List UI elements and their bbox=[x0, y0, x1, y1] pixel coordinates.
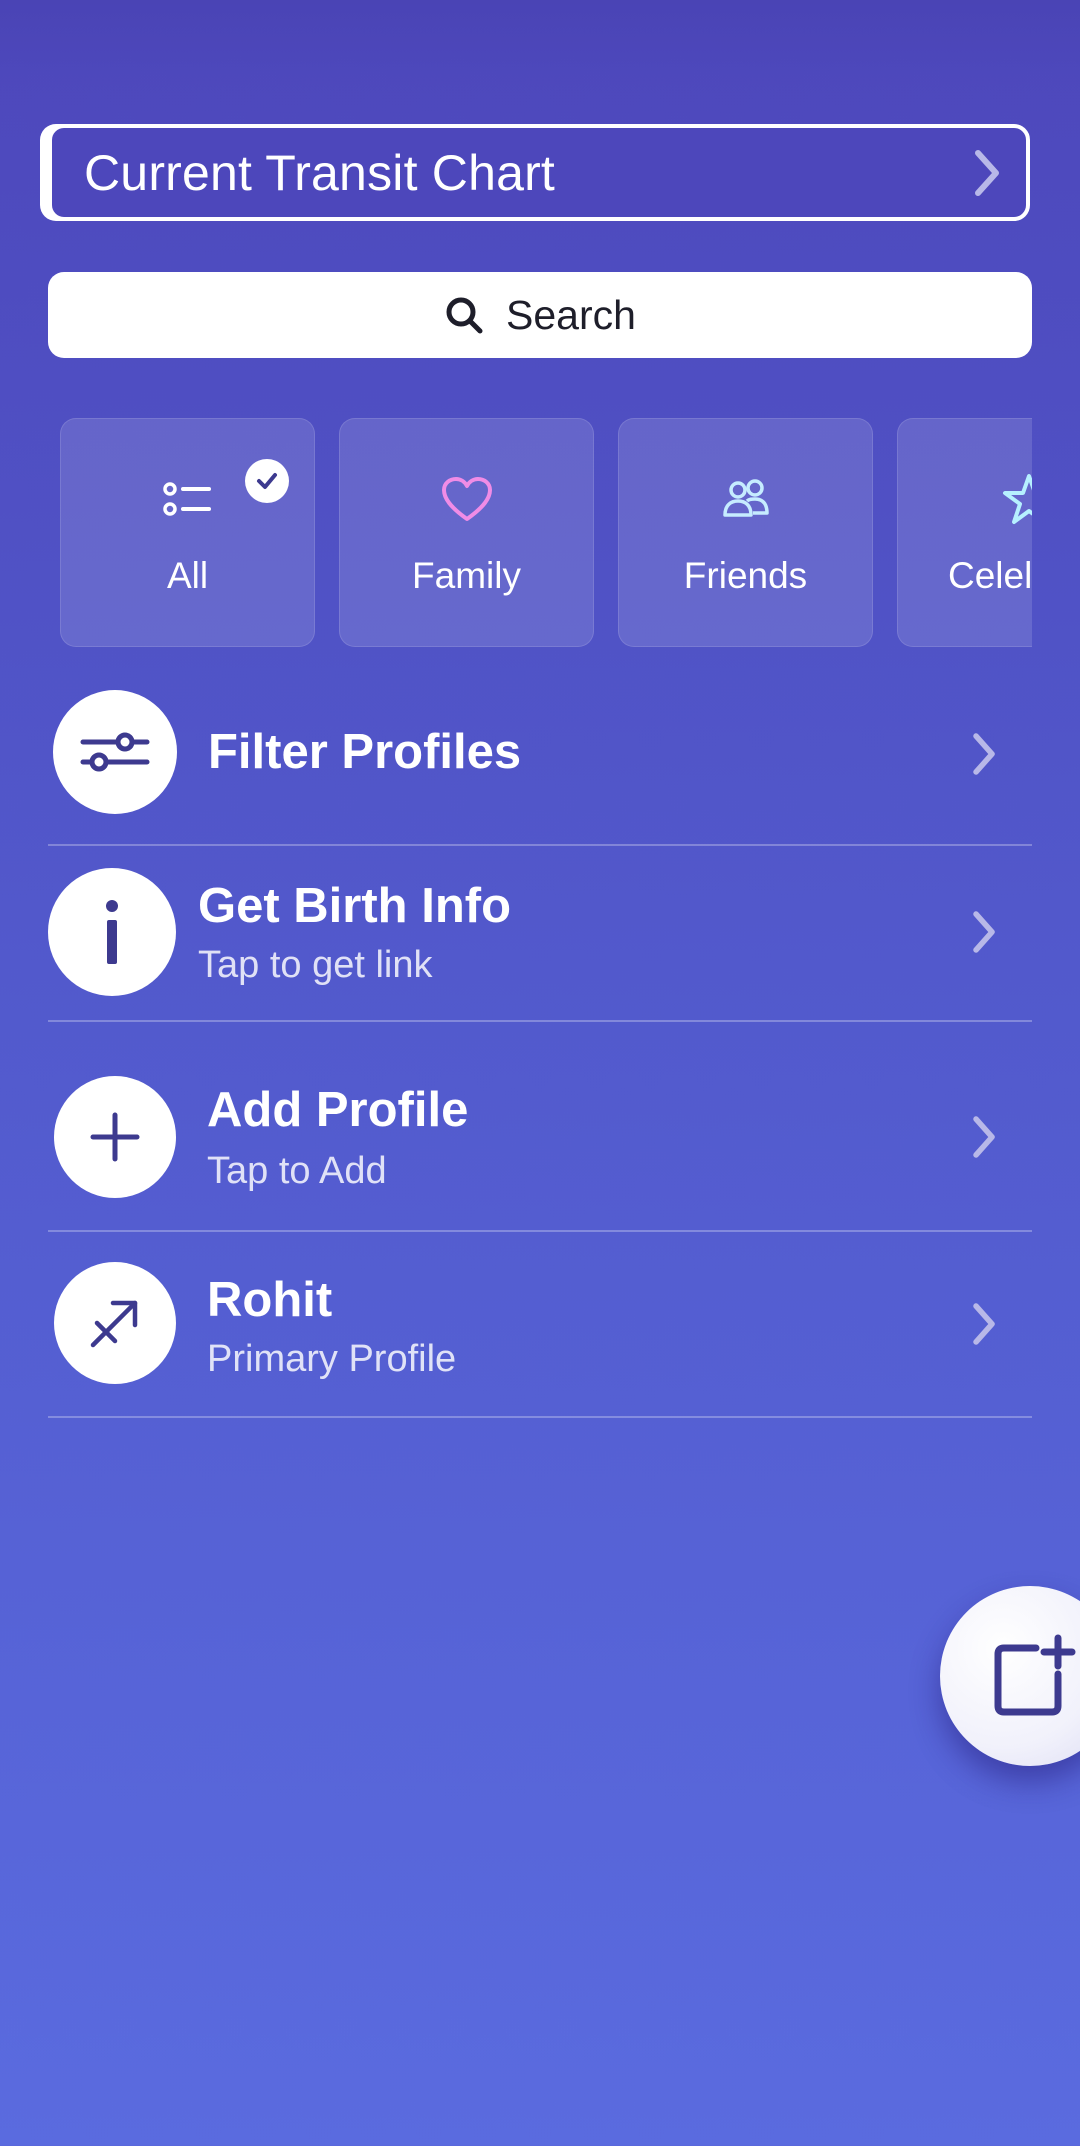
filter-profiles-row[interactable]: Filter Profiles bbox=[48, 682, 1032, 846]
status-bar-area bbox=[0, 0, 1080, 78]
row-subtitle: Tap to Add bbox=[207, 1150, 387, 1192]
category-family[interactable]: Family bbox=[339, 418, 594, 647]
row-title: Filter Profiles bbox=[208, 725, 522, 779]
category-carousel[interactable]: All Family Friends Celel bbox=[60, 418, 1032, 648]
category-celebrities[interactable]: Celel bbox=[897, 418, 1032, 647]
chevron-right-icon bbox=[973, 733, 995, 775]
get-birth-info-row[interactable]: Get Birth Info Tap to get link bbox=[48, 846, 1032, 1022]
chevron-right-icon bbox=[973, 1303, 995, 1345]
sliders-icon bbox=[53, 690, 177, 814]
profile-row-rohit[interactable]: Rohit Primary Profile bbox=[48, 1232, 1032, 1418]
new-chart-fab[interactable] bbox=[940, 1586, 1080, 1766]
sagittarius-icon bbox=[54, 1262, 176, 1384]
category-label: Friends bbox=[683, 555, 808, 596]
row-title: Rohit bbox=[207, 1273, 333, 1327]
search-label: Search bbox=[506, 291, 636, 338]
people-icon bbox=[722, 479, 769, 517]
category-friends[interactable]: Friends bbox=[618, 418, 873, 647]
transit-chart-label: Current Transit Chart bbox=[84, 144, 556, 201]
add-profile-row[interactable]: Add Profile Tap to Add bbox=[48, 1022, 1032, 1232]
selected-check-icon bbox=[245, 459, 289, 503]
row-subtitle: Primary Profile bbox=[207, 1338, 457, 1380]
current-transit-chart-button[interactable]: Current Transit Chart bbox=[48, 124, 1030, 221]
category-all[interactable]: All bbox=[60, 418, 315, 647]
search-button[interactable]: Search bbox=[48, 272, 1032, 358]
chevron-right-icon bbox=[973, 1116, 995, 1158]
category-label: All bbox=[166, 555, 209, 596]
plus-icon bbox=[54, 1076, 176, 1198]
search-icon bbox=[444, 295, 484, 335]
row-subtitle: Tap to get link bbox=[198, 944, 433, 986]
row-title: Get Birth Info bbox=[198, 879, 512, 933]
new-chart-icon bbox=[994, 1634, 1076, 1716]
heart-icon bbox=[441, 477, 492, 521]
category-label: Family bbox=[412, 555, 521, 596]
info-icon bbox=[48, 868, 176, 996]
chevron-right-icon bbox=[973, 911, 995, 953]
list-icon bbox=[162, 482, 211, 516]
chevron-right-icon bbox=[975, 149, 999, 196]
category-label: Celel bbox=[948, 555, 1032, 596]
row-title: Add Profile bbox=[207, 1083, 469, 1137]
star-icon bbox=[1003, 474, 1032, 524]
